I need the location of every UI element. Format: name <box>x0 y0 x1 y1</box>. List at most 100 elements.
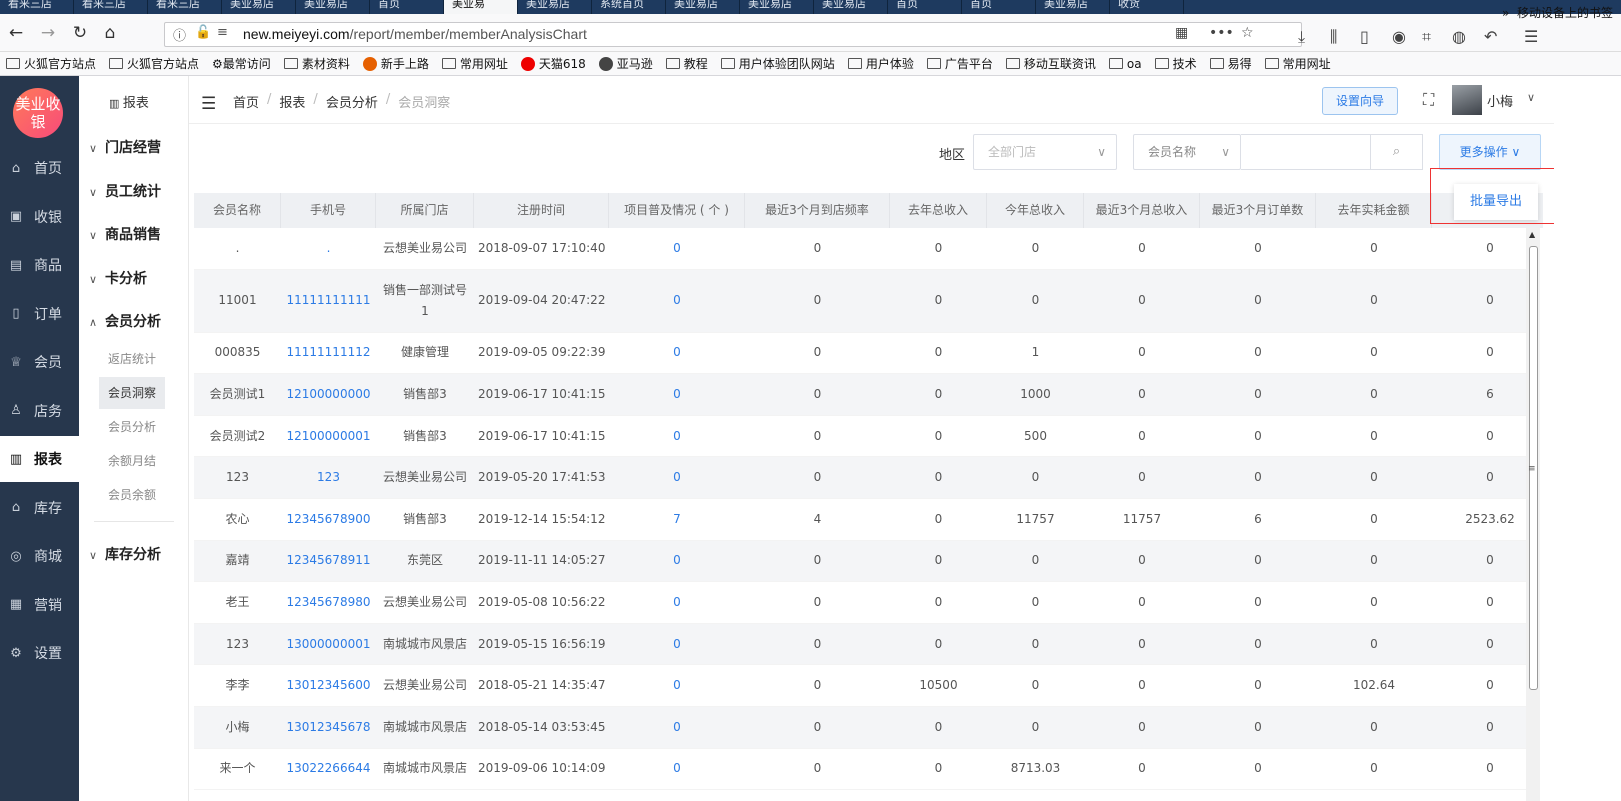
phone-link[interactable]: 11111111112 <box>281 342 376 363</box>
bookmark-item[interactable]: 素材资料 <box>283 55 350 72</box>
nav-item[interactable]: ▣ 收银 <box>0 194 79 240</box>
column-header[interactable]: 今年总收入 <box>987 193 1084 228</box>
scroll-up-icon[interactable]: ▲ <box>1529 230 1535 239</box>
project-count-link[interactable]: 7 <box>609 509 745 530</box>
forward-button[interactable]: → <box>36 22 60 44</box>
sidebar-toggle-icon[interactable]: ▯ <box>1360 27 1369 46</box>
nav-item[interactable]: ♕ 会员 <box>0 339 79 385</box>
browser-tab[interactable]: 系统首页 <box>592 0 666 14</box>
column-header[interactable]: 去年实耗金额 <box>1316 193 1432 228</box>
bookmark-item[interactable]: 用户体验团队网站 <box>720 55 835 72</box>
column-header[interactable]: 注册时间 <box>474 193 609 228</box>
store-select[interactable]: 全部门店 ∨ <box>973 134 1117 170</box>
table-scrollbar[interactable]: ▲ ≡ <box>1526 228 1540 801</box>
phone-link[interactable]: 123 <box>281 467 376 488</box>
bookmark-item[interactable]: 亚马逊 <box>598 55 653 72</box>
phone-link[interactable]: 12100000000 <box>281 384 376 405</box>
reload-button[interactable]: ↻ <box>68 22 92 44</box>
browser-tab[interactable]: 看来三店 <box>74 0 148 14</box>
breadcrumb-member-analysis[interactable]: 会员分析 <box>326 92 378 111</box>
bookmark-item[interactable]: 天猫618 <box>520 55 586 72</box>
nav-item[interactable]: ▤ 商品 <box>0 242 79 288</box>
nav-item[interactable]: ▦ 营销 <box>0 582 79 628</box>
project-count-link[interactable]: 0 <box>609 342 745 363</box>
column-header[interactable]: 最近3个月总收入 <box>1084 193 1200 228</box>
table-row[interactable]: 会员测试1 12100000000 销售部3 2019-06-17 10:41:15 0… <box>194 374 1526 416</box>
mobile-bookmarks[interactable]: » 移动设备上的书签 <box>1502 4 1613 21</box>
browser-tab[interactable]: 看来三店 <box>0 0 74 14</box>
phone-link[interactable]: 13022266644 <box>281 758 376 779</box>
nav-item[interactable]: ▥ 报表 <box>0 436 79 482</box>
table-row[interactable]: 农心 12345678900 销售部3 2019-12-14 15:54:12 7 4 0 1… <box>194 499 1526 541</box>
nav-item[interactable]: ◎ 商城 <box>0 533 79 579</box>
browser-tab[interactable]: 首页 <box>888 0 962 14</box>
phone-link[interactable]: 12100000001 <box>281 426 376 447</box>
table-row[interactable]: 000835 11111111112 健康管理 2019-09-05 09:22:39… <box>194 333 1526 375</box>
browser-tab[interactable]: 美业易店 <box>1036 0 1110 14</box>
table-row[interactable]: 123 123 云想美业易公司 2019-05-20 17:41:53 0 0 0 0 0 0 0 0 <box>194 457 1526 499</box>
more-actions-button[interactable]: 更多操作 ∨ <box>1439 134 1541 170</box>
setup-guide-button[interactable]: 设置向导 <box>1322 87 1398 115</box>
bookmark-item[interactable]: 常用网址 <box>1264 55 1331 72</box>
menu-icon[interactable]: ☰ <box>1524 27 1538 46</box>
avatar[interactable] <box>1452 85 1482 115</box>
bookmark-item[interactable]: 火狐官方站点 <box>6 55 96 72</box>
undo-icon[interactable]: ↶ <box>1484 27 1497 46</box>
phone-link[interactable]: 13012345600 <box>281 675 376 696</box>
table-row[interactable]: 小梅 13012345678 南城城市风景店 2018-05-14 03:53:45 0… <box>194 706 1526 749</box>
column-header[interactable]: 手机号 <box>281 193 376 228</box>
bookmark-item[interactable]: 技术 <box>1154 55 1197 72</box>
bookmark-item[interactable]: 易得 <box>1209 55 1252 72</box>
subnav-item-balance[interactable]: 会员余额 <box>99 479 165 511</box>
download-icon[interactable]: ⤓ <box>1298 27 1305 47</box>
table-row[interactable]: 会员测试2 12100000001 销售部3 2019-06-17 10:41:15 0… <box>194 416 1526 458</box>
hamburger-icon[interactable]: ☰ <box>201 94 216 114</box>
project-count-link[interactable]: 0 <box>609 467 745 488</box>
group-member[interactable]: ∧ 会员分析 <box>89 311 161 331</box>
project-count-link[interactable]: 0 <box>609 634 745 655</box>
bookmark-item[interactable]: 移动互联资讯 <box>1005 55 1096 72</box>
subnav-item-monthly[interactable]: 余额月结 <box>99 445 165 477</box>
table-row[interactable]: 嘉靖 12345678911 东莞区 2019-11-11 14:05:27 0 0 0 0 0… <box>194 540 1526 583</box>
subnav-item-return[interactable]: 返店统计 <box>99 343 165 375</box>
breadcrumb-home[interactable]: 首页 <box>233 92 259 111</box>
table-row[interactable]: 李李 13012345600 云想美业易公司 2018-05-21 14:35:47 0… <box>194 665 1526 707</box>
library-icon[interactable]: ⫼ <box>1330 27 1337 47</box>
subnav-item-insight[interactable]: 会员洞察 <box>99 377 165 409</box>
crop-icon[interactable]: ⌗ <box>1422 27 1431 47</box>
qr-code-icon[interactable]: ▦ <box>1175 25 1188 41</box>
bookmark-item[interactable]: 教程 <box>665 55 708 72</box>
breadcrumb-report[interactable]: 报表 <box>279 92 305 111</box>
member-field-select[interactable]: 会员名称 ∨ <box>1133 134 1241 170</box>
project-count-link[interactable]: 0 <box>609 592 745 613</box>
group-goods[interactable]: ∨ 商品销售 <box>89 224 161 244</box>
nav-item[interactable]: ⌂ 库存 <box>0 485 79 531</box>
table-row[interactable]: 老王 12345678980 云想美业易公司 2019-05-08 10:56:22 0… <box>194 582 1526 624</box>
browser-tab[interactable]: 美业易 <box>444 0 518 14</box>
browser-tab[interactable]: 看来三店 <box>148 0 222 14</box>
browser-tab[interactable]: 美业易店 <box>296 0 370 14</box>
home-button[interactable]: ⌂ <box>98 22 122 44</box>
group-card[interactable]: ∨ 卡分析 <box>89 268 147 288</box>
bookmark-item[interactable]: 常用网址 <box>441 55 508 72</box>
phone-link[interactable]: 12345678980 <box>281 592 376 613</box>
chat-icon[interactable]: ◍ <box>1452 27 1466 46</box>
subnav-item-analysis[interactable]: 会员分析 <box>99 411 165 443</box>
column-header[interactable]: 最近3个月订单数 <box>1200 193 1316 228</box>
fullscreen-icon[interactable]: ⛶ <box>1423 90 1434 110</box>
bookmark-item[interactable]: 新手上路 <box>362 55 429 72</box>
group-staff[interactable]: ∨ 员工统计 <box>89 181 161 201</box>
account-icon[interactable]: ◉ <box>1392 27 1406 46</box>
table-row[interactable]: 123 13000000001 南城城市风景店 2019-05-15 16:56:19… <box>194 623 1526 666</box>
bookmark-item[interactable]: oa <box>1108 57 1142 71</box>
column-header[interactable]: 项目普及情况 ( 个 ) <box>609 193 745 228</box>
nav-item[interactable]: ⌂ 首页 <box>0 145 79 191</box>
browser-tab[interactable]: 美业易店 <box>666 0 740 14</box>
search-icon[interactable]: ⌕ <box>1371 134 1423 170</box>
project-count-link[interactable]: 0 <box>609 426 745 447</box>
address-bar[interactable]: ⓘ 🔓 ≡ new.meiyeyi.com/report/member/memb… <box>164 22 1302 47</box>
table-row[interactable]: 来一个 13022266644 南城城市风景店 2019-09-06 10:14:09… <box>194 749 1526 791</box>
phone-link[interactable]: 13012345678 <box>281 717 376 738</box>
project-count-link[interactable]: 0 <box>609 675 745 696</box>
project-count-link[interactable]: 0 <box>609 758 745 779</box>
